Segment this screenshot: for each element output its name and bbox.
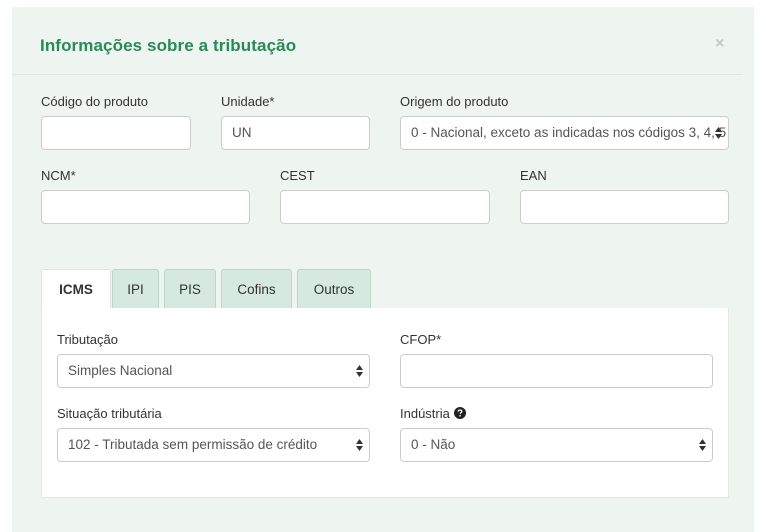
cfop-label: CFOP*: [400, 332, 442, 347]
tributacao-select[interactable]: Simples Nacional: [57, 354, 370, 388]
industria-select-value: 0 - Não: [411, 437, 456, 452]
question-circle-icon[interactable]: [453, 407, 466, 422]
tributacao-label: Tributação: [57, 332, 118, 347]
modal-title: Informações sobre a tributação: [40, 36, 297, 55]
tab-icms[interactable]: ICMS: [41, 269, 111, 311]
origem-label: Origem do produto: [400, 94, 509, 109]
tab-ipi[interactable]: IPI: [112, 269, 159, 309]
ncm-input[interactable]: [41, 190, 250, 224]
codigo-label: Código do produto: [41, 94, 148, 109]
select-arrows-icon: [356, 365, 363, 377]
tributacao-select-value: Simples Nacional: [68, 363, 173, 378]
situacao-label: Situação tributária: [57, 406, 162, 421]
ean-input[interactable]: [520, 190, 729, 224]
origem-select-value: 0 - Nacional, exceto as indicadas nos có…: [411, 125, 729, 140]
select-arrows-icon: [699, 439, 706, 451]
tab-pis[interactable]: PIS: [164, 269, 216, 309]
industria-label-text: Indústria: [400, 406, 450, 421]
cest-label: CEST: [280, 168, 315, 183]
tax-info-modal: Informações sobre a tributação × Código …: [12, 7, 754, 532]
unidade-input[interactable]: UN: [221, 116, 370, 150]
ean-label: EAN: [520, 168, 547, 183]
close-button[interactable]: ×: [715, 35, 724, 53]
unidade-label: Unidade*: [221, 94, 275, 109]
situacao-select[interactable]: 102 - Tributada sem permissão de crédito: [57, 428, 370, 462]
industria-select[interactable]: 0 - Não: [400, 428, 713, 462]
tab-outros[interactable]: Outros: [297, 269, 371, 309]
ncm-label: NCM*: [41, 168, 76, 183]
tab-cofins[interactable]: Cofins: [221, 269, 292, 309]
industria-label: Indústria: [400, 406, 466, 422]
cfop-input[interactable]: [400, 354, 713, 388]
select-arrows-icon: [715, 127, 722, 139]
icms-panel: Tributação Simples Nacional CFOP* Situaç…: [41, 308, 729, 498]
situacao-select-value: 102 - Tributada sem permissão de crédito: [68, 437, 318, 452]
modal-header: Informações sobre a tributação ×: [12, 7, 743, 75]
select-arrows-icon: [356, 439, 363, 451]
cest-input[interactable]: [280, 190, 490, 224]
codigo-input[interactable]: [41, 116, 191, 150]
origem-select[interactable]: 0 - Nacional, exceto as indicadas nos có…: [400, 116, 729, 150]
